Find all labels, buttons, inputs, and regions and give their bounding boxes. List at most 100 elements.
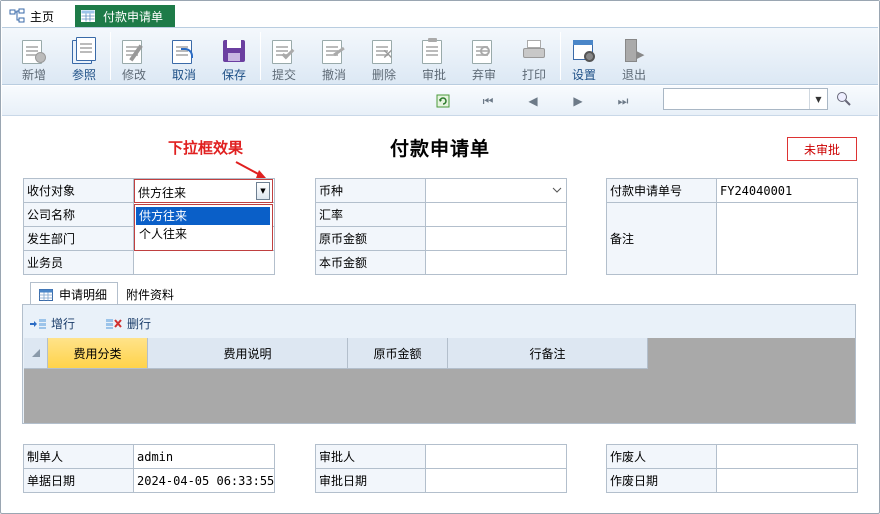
payee-type-combo[interactable]: 供方往来 ▼	[134, 179, 273, 203]
chevron-down-icon[interactable]: ▼	[809, 89, 827, 109]
creator-field: admin	[133, 444, 275, 469]
abandon-approval-button[interactable]: 弃审	[460, 30, 508, 84]
approve-button[interactable]: 审批	[410, 30, 458, 84]
save-button[interactable]: 保存	[210, 30, 258, 84]
tab-detail[interactable]: 申请明细	[30, 282, 118, 306]
submit-button[interactable]: 提交	[260, 30, 308, 84]
print-button[interactable]: 打印	[510, 30, 558, 84]
table-icon	[39, 288, 53, 301]
annotation-label: 下拉框效果	[168, 139, 244, 157]
header-form-right: 付款申请单号 FY24040001 备注	[606, 178, 858, 275]
settings-button[interactable]: 设置	[560, 30, 608, 84]
settings-grid-icon	[572, 36, 596, 62]
search-icon[interactable]	[836, 91, 852, 107]
previous-record-icon[interactable]: ◀	[525, 93, 541, 109]
new-document-icon	[22, 36, 46, 64]
department-label: 发生部门	[23, 226, 134, 251]
approve-date-label: 审批日期	[315, 468, 426, 493]
approver-field	[425, 444, 567, 469]
header-form-middle: 币种 汇率 原币金额 本币金额	[315, 178, 567, 275]
tab-payment-request[interactable]: 付款申请单	[75, 5, 175, 27]
add-row-button[interactable]: 增行	[29, 315, 75, 332]
footer-form-right: 作废人 作废日期	[606, 444, 858, 493]
voider-label: 作废人	[606, 444, 717, 469]
salesman-field[interactable]	[133, 250, 275, 275]
approve-date-field	[425, 468, 567, 493]
voider-field	[716, 444, 858, 469]
payee-type-value: 供方往来	[138, 186, 187, 200]
grid-corner[interactable]	[24, 338, 48, 369]
void-date-label: 作废日期	[606, 468, 717, 493]
currency-label: 币种	[315, 178, 426, 203]
dropdown-option[interactable]: 供方往来	[135, 206, 271, 226]
revoke-button[interactable]: 撤消	[310, 30, 358, 84]
clipboard-icon	[422, 36, 446, 64]
search-combo[interactable]: ▼	[663, 88, 828, 110]
exit-door-icon: ▶	[622, 36, 646, 62]
tab-home[interactable]: 主页	[9, 6, 54, 26]
column-header-expense-description[interactable]: 费用说明	[148, 338, 348, 369]
document-number-field[interactable]: FY24040001	[716, 178, 858, 203]
dropdown-option[interactable]: 个人往来	[136, 225, 270, 243]
chevron-down-icon[interactable]	[552, 186, 562, 194]
document-date-label: 单据日期	[23, 468, 134, 493]
document-number-label: 付款申请单号	[606, 178, 717, 203]
chevron-down-icon[interactable]: ▼	[256, 182, 270, 200]
edit-button[interactable]: 修改	[110, 30, 158, 84]
original-amount-field[interactable]	[425, 226, 567, 251]
tab-attachments[interactable]: 附件资料	[126, 286, 174, 303]
creator-label: 制单人	[23, 444, 134, 469]
main-toolbar: 新增 参照 修改 取消 保存 提交 撤消 ✕ 删除 审批 弃审 打印 设置 ▶ …	[2, 27, 878, 85]
payee-type-label: 收付对象	[23, 178, 134, 203]
tab-home-label: 主页	[30, 9, 55, 24]
footer-form-middle: 审批人 审批日期	[315, 444, 567, 493]
page-title: 付款申请单	[389, 138, 490, 160]
column-header-original-amount[interactable]: 原币金额	[348, 338, 448, 369]
company-label: 公司名称	[23, 202, 134, 227]
status-badge: 未审批	[787, 137, 857, 161]
exchange-rate-label: 汇率	[315, 202, 426, 227]
new-button[interactable]: 新增	[10, 30, 58, 84]
local-amount-field[interactable]	[425, 250, 567, 275]
floppy-disk-icon	[222, 36, 246, 62]
column-header-row-remark[interactable]: 行备注	[448, 338, 648, 369]
next-record-icon[interactable]: ▶	[570, 93, 586, 109]
delete-button[interactable]: ✕ 删除	[360, 30, 408, 84]
delete-row-icon	[106, 318, 122, 329]
abandon-icon	[472, 36, 496, 64]
refresh-icon[interactable]	[435, 93, 451, 109]
delete-row-button[interactable]: 删行	[105, 315, 151, 332]
sort-triangle-icon	[31, 349, 40, 357]
cancel-button[interactable]: 取消	[160, 30, 208, 84]
tab-payment-request-label: 付款申请单	[103, 9, 164, 24]
detail-grid[interactable]: 费用分类 费用说明 原币金额 行备注	[24, 338, 855, 423]
reference-document-icon	[72, 36, 96, 64]
tab-bar: 主页 付款申请单	[1, 1, 879, 27]
salesman-label: 业务员	[23, 250, 134, 275]
remark-label: 备注	[606, 202, 717, 275]
payee-type-dropdown: 供方往来 个人往来	[134, 204, 273, 251]
delete-row-label: 删行	[127, 317, 152, 331]
detail-tabs: 申请明细 附件资料	[22, 281, 856, 306]
printer-icon	[522, 36, 546, 62]
first-record-icon[interactable]: ⏮	[480, 93, 496, 109]
reference-button[interactable]: 参照	[60, 30, 108, 84]
column-header-expense-category[interactable]: 费用分类	[48, 338, 148, 369]
grid-toolbar: 增行 删行	[29, 315, 151, 332]
remark-field[interactable]	[716, 202, 858, 275]
delete-icon: ✕	[372, 36, 396, 64]
currency-select[interactable]	[425, 178, 567, 203]
original-amount-label: 原币金额	[315, 226, 426, 251]
footer-form-left: 制单人 admin 单据日期 2024-04-05 06:33:55	[23, 444, 275, 493]
edit-pencil-icon	[122, 36, 146, 64]
document-date-field: 2024-04-05 06:33:55	[133, 468, 275, 493]
last-record-icon[interactable]: ⏭	[615, 93, 631, 109]
exchange-rate-field[interactable]	[425, 202, 567, 227]
add-row-label: 增行	[51, 317, 76, 331]
submit-icon	[272, 36, 296, 64]
undo-document-icon	[172, 36, 196, 64]
exit-button[interactable]: ▶ 退出	[610, 30, 658, 84]
local-amount-label: 本币金额	[315, 250, 426, 275]
sitemap-icon	[9, 8, 25, 23]
approver-label: 审批人	[315, 444, 426, 469]
